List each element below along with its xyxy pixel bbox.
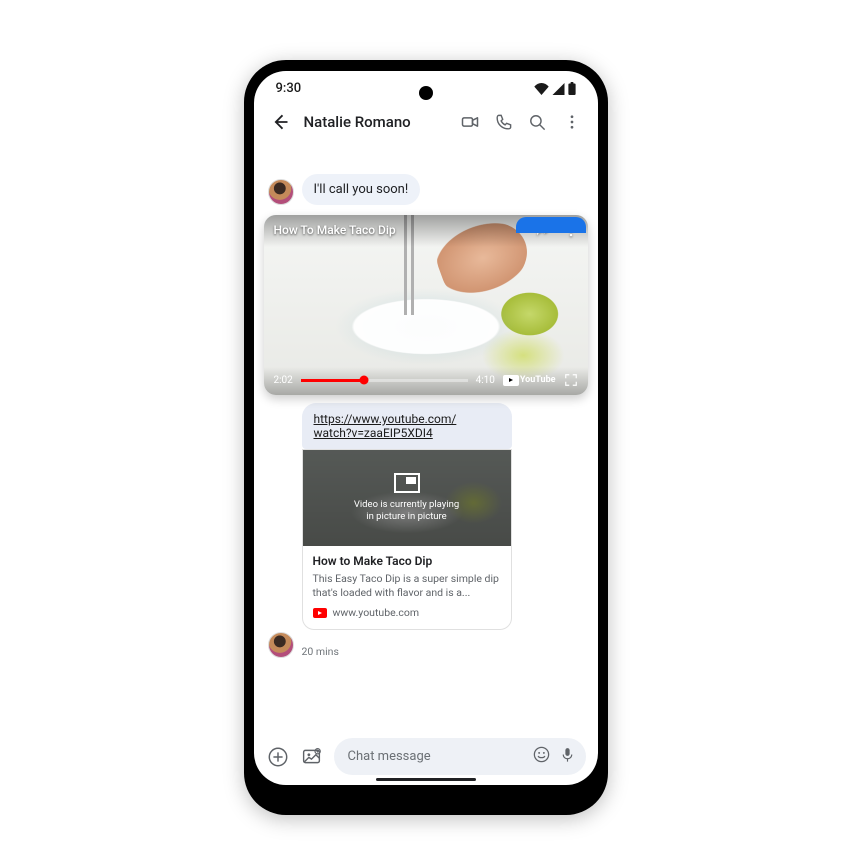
message-row: I'll call you soon! [254, 170, 598, 209]
card-source: www.youtube.com [313, 606, 501, 619]
video-progress[interactable] [301, 379, 468, 382]
card-title: How to Make Taco Dip [313, 554, 501, 568]
link-url-line2: watch?v=zaaEIP5XDI4 [314, 426, 433, 440]
video-duration: 4:10 [476, 375, 495, 386]
video-progress-fill [301, 379, 364, 382]
status-icons [534, 82, 576, 95]
overlay-text: Video is currently playing in picture in… [354, 499, 459, 524]
video-progress-handle[interactable] [360, 376, 369, 385]
reaction-chip[interactable] [516, 217, 586, 233]
app-bar: Natalie Romano [254, 102, 598, 146]
screen: 9:30 Natalie Romano [254, 71, 598, 785]
thumbnail-overlay: Video is currently playing in picture in… [303, 450, 511, 546]
status-time: 9:30 [276, 81, 302, 96]
pip-icon [394, 473, 420, 493]
youtube-play-icon [503, 375, 519, 386]
pip-video-player[interactable]: How To Make Taco Dip 2:02 4:10 [264, 215, 588, 395]
youtube-logo[interactable]: YouTube [503, 375, 556, 386]
card-body: How to Make Taco Dip This Easy Taco Dip … [303, 546, 511, 629]
link-preview-card[interactable]: Video is currently playing in picture in… [302, 449, 512, 630]
gallery-button[interactable] [300, 745, 324, 769]
message-timestamp: 20 mins [302, 645, 339, 658]
avatar[interactable] [268, 179, 294, 205]
youtube-badge-icon [313, 608, 327, 618]
nav-pill[interactable] [376, 778, 476, 782]
battery-icon [568, 82, 576, 95]
video-title: How To Make Taco Dip [274, 223, 396, 237]
video-elapsed: 2:02 [274, 375, 293, 386]
chat-area[interactable]: I'll call you soon! How To Make Taco Dip [254, 146, 598, 732]
video-bottom-bar: 2:02 4:10 YouTube [264, 367, 588, 395]
avatar[interactable] [268, 632, 294, 658]
wifi-icon [534, 83, 549, 95]
video-call-button[interactable] [456, 108, 484, 136]
contact-name[interactable]: Natalie Romano [300, 113, 450, 131]
fullscreen-icon[interactable] [564, 373, 578, 387]
voice-input-button[interactable] [559, 745, 576, 768]
camera-hole [419, 86, 433, 100]
link-preview-column: https://www.youtube.com/ watch?v=zaaEIP5… [254, 403, 598, 630]
card-description: This Easy Taco Dip is a super simple dip… [313, 572, 501, 600]
add-attachment-button[interactable] [266, 745, 290, 769]
link-bubble[interactable]: https://www.youtube.com/ watch?v=zaaEIP5… [302, 403, 512, 449]
phone-frame: 9:30 Natalie Romano [244, 60, 608, 815]
link-url-line1: https://www.youtube.com/ [314, 412, 457, 426]
message-bubble[interactable]: I'll call you soon! [302, 174, 421, 205]
source-domain: www.youtube.com [333, 606, 420, 619]
search-button[interactable] [524, 108, 552, 136]
voice-call-button[interactable] [490, 108, 518, 136]
input-placeholder: Chat message [348, 749, 524, 764]
message-text: I'll call you soon! [314, 182, 409, 197]
signal-icon [552, 83, 565, 95]
more-options-button[interactable] [558, 108, 586, 136]
timestamp-row: 20 mins [254, 630, 598, 664]
card-thumbnail: Video is currently playing in picture in… [303, 450, 511, 546]
back-button[interactable] [266, 108, 294, 136]
youtube-text: YouTube [520, 375, 556, 385]
emoji-button[interactable] [532, 745, 551, 768]
message-input[interactable]: Chat message [334, 738, 586, 775]
